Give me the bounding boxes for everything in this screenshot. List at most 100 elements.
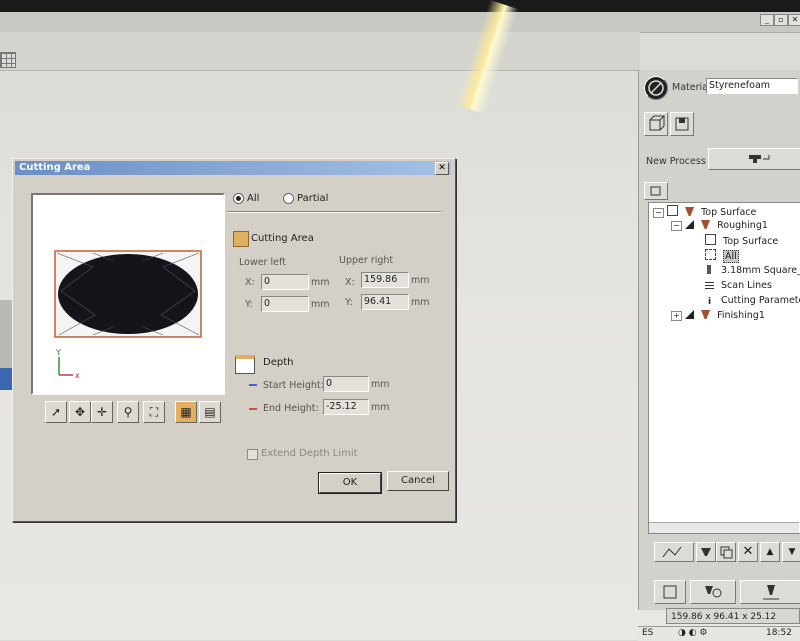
minimize-button[interactable]: _ bbox=[760, 14, 774, 26]
pan-icon[interactable]: ✥ bbox=[69, 401, 91, 423]
tool-button[interactable] bbox=[696, 542, 716, 562]
preview-canvas: Y x bbox=[54, 250, 202, 380]
all-radio-label: All bbox=[247, 193, 260, 204]
tree-expander[interactable]: + bbox=[671, 311, 682, 321]
tree-item-tool[interactable]: 3.18mm Square_styr bbox=[705, 264, 800, 278]
upper-right-label: Upper right bbox=[339, 255, 394, 266]
end-height-input[interactable]: -25.12 bbox=[323, 399, 369, 415]
lower-left-x-input[interactable]: 0 bbox=[261, 274, 309, 290]
stairs-icon bbox=[685, 310, 695, 319]
material-icon[interactable] bbox=[644, 76, 668, 100]
tool-icon bbox=[685, 207, 695, 216]
info-icon: i bbox=[707, 297, 712, 307]
area-partial-icon[interactable]: ▤ bbox=[199, 401, 221, 423]
tree-item-label: Top Surface bbox=[723, 236, 779, 247]
tree-scrollbar[interactable] bbox=[649, 522, 799, 533]
start-height-input[interactable]: 0 bbox=[323, 376, 369, 392]
partial-radio[interactable] bbox=[283, 193, 294, 204]
dialog-titlebar[interactable]: Cutting Area ✕ bbox=[15, 161, 451, 175]
divider bbox=[227, 211, 441, 213]
cutting-area-icon bbox=[233, 231, 249, 247]
tool-icon bbox=[701, 310, 711, 319]
scan-lines-icon bbox=[705, 280, 714, 289]
upper-right-x-input[interactable]: 159.86 bbox=[361, 272, 409, 288]
move-up-button[interactable]: ▲ bbox=[760, 542, 780, 562]
unit-label: mm bbox=[411, 275, 430, 286]
tree-item-finishing1[interactable]: + Finishing1 bbox=[671, 309, 765, 323]
dialog-title: Cutting Area bbox=[19, 162, 91, 173]
lower-left-y-label: Y: bbox=[245, 299, 253, 310]
start-height-label: Start Height: bbox=[263, 380, 324, 391]
end-height-label: End Height: bbox=[263, 403, 319, 414]
move-down-button[interactable]: ▼ bbox=[782, 542, 800, 562]
upper-right-y-label: Y: bbox=[345, 297, 353, 308]
new-process-label: New Process bbox=[646, 156, 706, 167]
depth-heading: Depth bbox=[263, 357, 294, 368]
new-process-button[interactable] bbox=[708, 148, 800, 170]
cut-button[interactable] bbox=[740, 580, 800, 604]
tree-item-top-surface[interactable]: − Top Surface bbox=[653, 205, 756, 219]
grid-icon[interactable] bbox=[0, 52, 16, 68]
extend-depth-checkbox[interactable] bbox=[247, 449, 258, 460]
axis-y-label: Y bbox=[55, 348, 61, 357]
clock[interactable]: 18:52 bbox=[766, 628, 792, 638]
upper-right-y-input[interactable]: 96.41 bbox=[361, 294, 409, 310]
unit-label: mm bbox=[311, 277, 330, 288]
tree-item-label: Cutting Parameters bbox=[721, 295, 800, 306]
lower-left-x-label: X: bbox=[245, 277, 255, 288]
tree-tab-icon[interactable] bbox=[644, 182, 668, 200]
tree-item-cutting-parameters[interactable]: i Cutting Parameters bbox=[705, 294, 800, 308]
tree-item-label: 3.18mm Square_styr bbox=[721, 265, 800, 276]
cancel-button[interactable]: Cancel bbox=[387, 471, 449, 491]
tree-item-scan-lines[interactable]: Scan Lines bbox=[705, 279, 772, 293]
cutting-area-dialog: Cutting Area ✕ Y x ➚ ✥ ✛ ⚲ ⛶ ▦ ▤ All Par… bbox=[12, 158, 456, 522]
save-icon[interactable] bbox=[670, 112, 694, 136]
stairs-icon bbox=[685, 220, 695, 229]
simulate-button[interactable] bbox=[690, 580, 736, 604]
tree-item-label: Scan Lines bbox=[721, 280, 772, 291]
material-select[interactable]: Styrenefoam bbox=[706, 78, 798, 94]
material-label: Material bbox=[672, 82, 711, 93]
fit-view-icon[interactable]: ⛶ bbox=[143, 401, 165, 423]
unit-label: mm bbox=[371, 379, 390, 390]
upper-right-x-label: X: bbox=[345, 277, 355, 288]
layers-icon bbox=[705, 234, 716, 245]
all-radio[interactable] bbox=[233, 193, 244, 204]
cube-view-icon[interactable] bbox=[644, 112, 668, 136]
ok-button[interactable]: OK bbox=[318, 472, 382, 494]
taskbar: ES ◑ ◐ ⚙ 18:52 bbox=[638, 626, 800, 641]
select-pointer-icon[interactable]: ➚ bbox=[45, 401, 67, 423]
tree-item-label: Roughing1 bbox=[717, 220, 768, 231]
preview-button[interactable] bbox=[654, 580, 686, 604]
end-line-icon bbox=[249, 408, 257, 410]
tree-item-roughing1[interactable]: − Roughing1 bbox=[671, 219, 768, 233]
copy-button[interactable] bbox=[716, 542, 736, 562]
unit-label: mm bbox=[311, 299, 330, 310]
axis-x-label: x bbox=[75, 371, 80, 380]
lower-left-y-input[interactable]: 0 bbox=[261, 296, 309, 312]
tray-icons: ◑ ◐ ⚙ bbox=[678, 628, 708, 638]
move-icon[interactable]: ✛ bbox=[91, 401, 113, 423]
tree-expander[interactable]: − bbox=[671, 221, 682, 231]
path-view-button[interactable] bbox=[654, 542, 694, 562]
language-indicator[interactable]: ES bbox=[642, 628, 653, 638]
delete-button[interactable]: ✕ bbox=[738, 542, 758, 562]
restore-button[interactable]: ▫ bbox=[774, 14, 788, 26]
layers-icon bbox=[667, 205, 679, 216]
tree-expander[interactable]: − bbox=[653, 208, 664, 218]
tree-item-top-surface-child[interactable]: Top Surface bbox=[705, 234, 778, 248]
unit-label: mm bbox=[411, 297, 430, 308]
depth-icon bbox=[235, 355, 255, 374]
close-window-button[interactable]: ✕ bbox=[788, 14, 800, 26]
monitor-bezel bbox=[0, 0, 800, 12]
zoom-icon[interactable]: ⚲ bbox=[117, 401, 139, 423]
area-all-icon[interactable]: ▦ bbox=[175, 401, 197, 423]
tree-item-label: Top Surface bbox=[701, 207, 757, 218]
process-tree: − Top Surface − Roughing1 Top Surface Al… bbox=[648, 202, 800, 534]
unit-label: mm bbox=[371, 402, 390, 413]
tree-item-all[interactable]: All bbox=[705, 249, 739, 263]
area-icon bbox=[705, 249, 716, 260]
partial-radio-label: Partial bbox=[297, 193, 329, 204]
close-icon[interactable]: ✕ bbox=[435, 162, 449, 175]
endmill-icon bbox=[707, 265, 711, 274]
